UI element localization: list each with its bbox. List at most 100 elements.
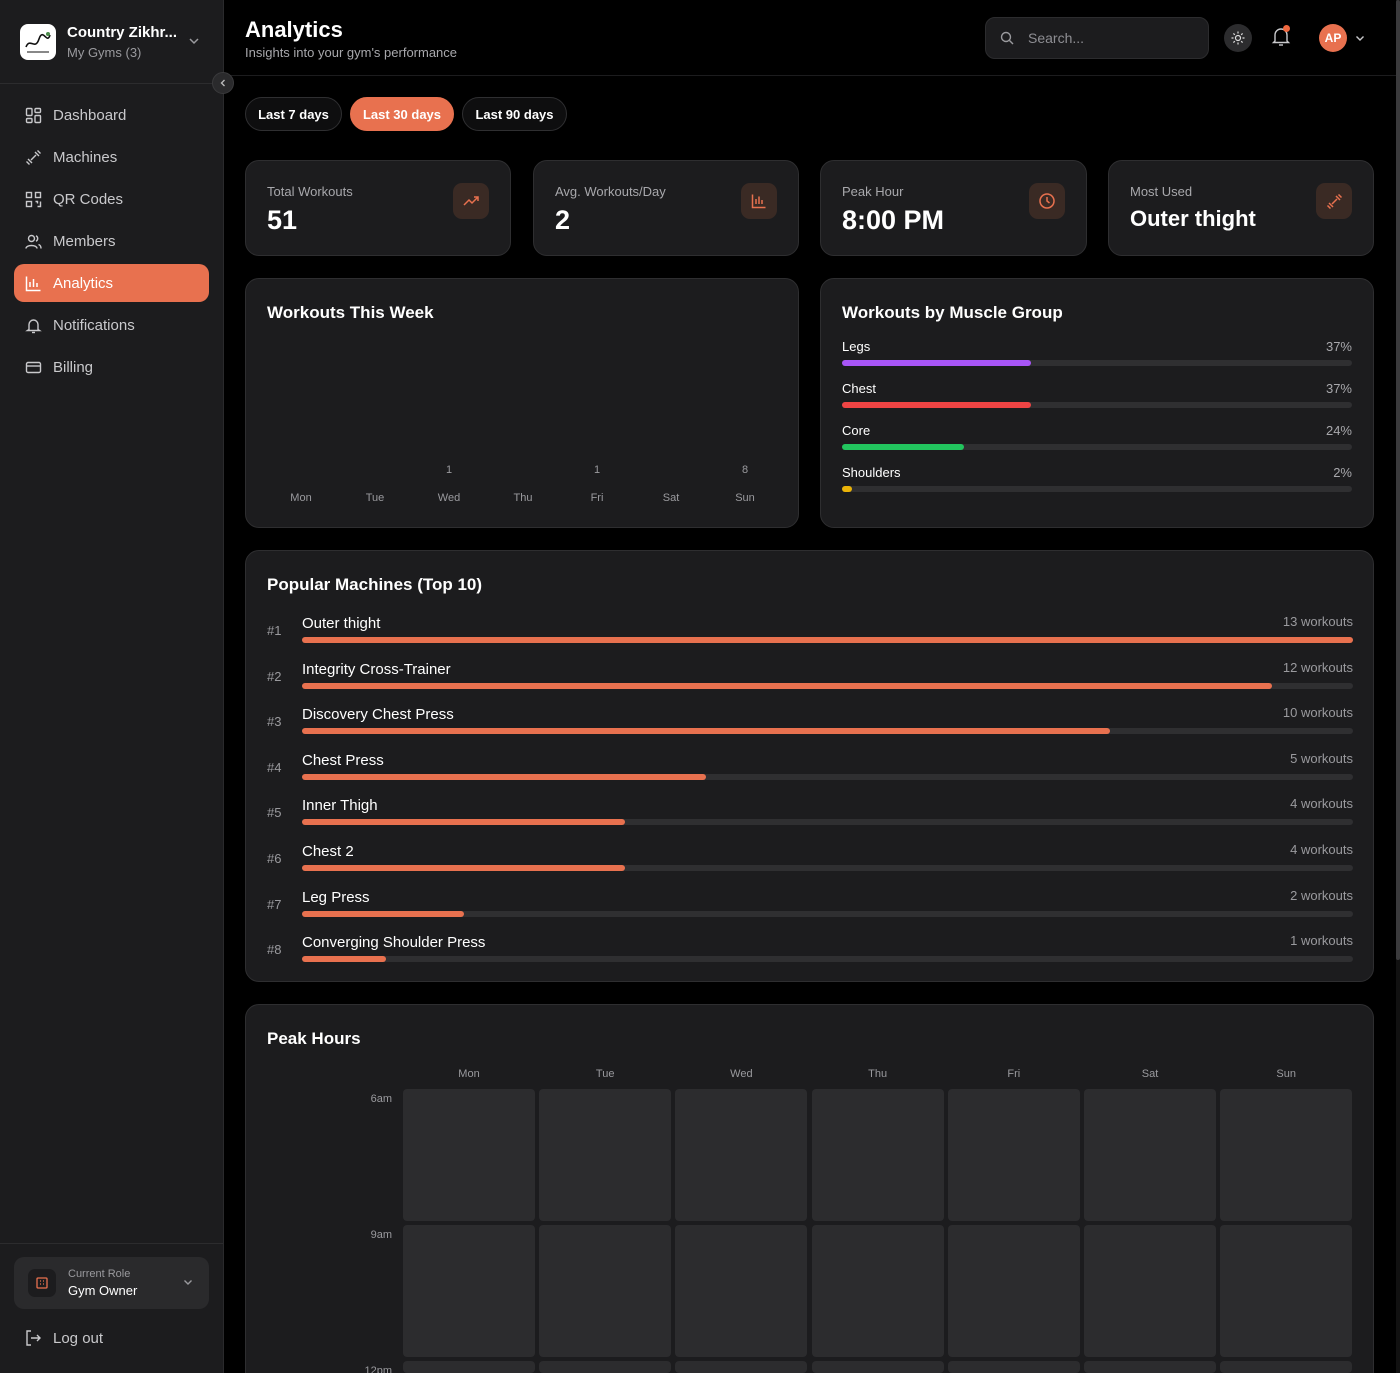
- sidebar-item-label: Analytics: [53, 274, 114, 292]
- sidebar-item-qr-codes[interactable]: QR Codes: [14, 180, 209, 218]
- search-input[interactable]: Search...: [985, 17, 1209, 59]
- heatmap-cell[interactable]: [539, 1089, 672, 1221]
- sidebar-item-billing[interactable]: Billing: [14, 348, 209, 386]
- trending-up-icon: [453, 183, 489, 219]
- progress-fill: [302, 819, 626, 826]
- members-icon: [24, 232, 42, 250]
- machine-count: 5 workouts: [1290, 750, 1353, 766]
- machine-count: 2 workouts: [1290, 887, 1353, 903]
- sidebar-nav: Dashboard Machines QR Codes Members Anal…: [14, 96, 209, 390]
- role-switcher[interactable]: Current Role Gym Owner: [14, 1257, 209, 1309]
- collapse-sidebar-button[interactable]: [212, 72, 234, 94]
- heatmap-cell[interactable]: [539, 1225, 672, 1357]
- progress-track: [302, 773, 1353, 780]
- heatmap-day-label: Thu: [868, 1068, 888, 1080]
- heatmap-cell[interactable]: [1084, 1089, 1216, 1221]
- heatmap-cell[interactable]: [675, 1225, 808, 1357]
- heatmap-cell[interactable]: [539, 1361, 672, 1373]
- bell-icon: [24, 316, 42, 334]
- machine-name: Converging Shoulder Press: [302, 934, 486, 952]
- progress-fill: [302, 956, 387, 963]
- muscle-group-percent: 37%: [1325, 381, 1352, 396]
- progress-fill: [302, 865, 626, 871]
- machine-rank: #5: [267, 805, 282, 821]
- sidebar-item-notifications[interactable]: Notifications: [14, 306, 209, 344]
- gym-subtitle: My Gyms (3): [67, 44, 142, 60]
- sidebar: Country Zikhr... My Gyms (3) Dashboard M…: [0, 0, 234, 1373]
- heatmap-cell[interactable]: [811, 1361, 944, 1373]
- progress-fill: [302, 773, 707, 780]
- progress-track: [302, 637, 1353, 643]
- credit-card-icon: [24, 358, 42, 376]
- heatmap-cell[interactable]: [1084, 1225, 1216, 1357]
- logout-label: Log out: [53, 1329, 104, 1347]
- logout-button[interactable]: Log out: [24, 1329, 103, 1347]
- heatmap-cell[interactable]: [947, 1089, 1080, 1221]
- sidebar-item-members[interactable]: Members: [14, 222, 209, 260]
- heatmap-cell[interactable]: [811, 1225, 944, 1357]
- theme-toggle-button[interactable]: [1224, 24, 1252, 52]
- filter-last-30-days[interactable]: Last 30 days: [350, 97, 454, 131]
- heatmap-cell[interactable]: [1084, 1361, 1216, 1373]
- heatmap-cell[interactable]: [403, 1089, 535, 1221]
- page-scrollbar[interactable]: [1396, 0, 1400, 1373]
- tick-label: Sat: [662, 492, 680, 504]
- scrollbar-thumb[interactable]: [1396, 0, 1400, 960]
- machine-rank: #7: [267, 896, 282, 912]
- filter-last-90-days[interactable]: Last 90 days: [462, 97, 567, 131]
- machine-count: 4 workouts: [1290, 842, 1353, 857]
- gym-switcher[interactable]: Country Zikhr... My Gyms (3): [0, 0, 223, 84]
- sidebar-item-dashboard[interactable]: Dashboard: [14, 96, 209, 134]
- progress-track: [842, 402, 1352, 408]
- progress-fill: [302, 910, 464, 917]
- bar-column: Mon: [264, 464, 338, 504]
- tick-label: Fri: [590, 492, 604, 504]
- muscle-group-percent: 2%: [1333, 465, 1352, 480]
- heatmap-cell[interactable]: [403, 1225, 535, 1357]
- role-label: Current Role: [68, 1268, 131, 1280]
- heatmap-cell[interactable]: [675, 1361, 808, 1373]
- muscle-group-percent: 24%: [1325, 423, 1352, 438]
- chevron-down-icon[interactable]: [1353, 31, 1367, 50]
- bar-column: Thu: [486, 464, 560, 504]
- heatmap-hour-label: 9am: [370, 1229, 392, 1241]
- machine-name: Outer thight: [302, 615, 381, 632]
- progress-track: [842, 486, 1352, 492]
- heatmap-cell[interactable]: [947, 1225, 1080, 1357]
- card-title: Peak Hours: [267, 1029, 361, 1048]
- heatmap-cell[interactable]: [947, 1361, 1080, 1373]
- heatmap-cell[interactable]: [1220, 1225, 1353, 1357]
- sidebar-item-analytics[interactable]: Analytics: [14, 264, 209, 302]
- machine-row: #5 Inner Thigh 4 workouts: [267, 795, 1353, 835]
- sidebar-item-label: Notifications: [53, 316, 135, 334]
- heatmap-day-label: Wed: [730, 1068, 753, 1080]
- dashboard-icon: [24, 106, 42, 124]
- progress-track: [302, 956, 1353, 963]
- machine-count: 12 workouts: [1282, 659, 1353, 675]
- progress-fill: [842, 360, 1031, 366]
- filter-last-7-days[interactable]: Last 7 days: [245, 97, 342, 131]
- heatmap-cell[interactable]: [1220, 1361, 1353, 1373]
- machine-row: #6 Chest 2 4 workouts: [267, 841, 1353, 881]
- progress-track: [842, 444, 1352, 450]
- machine-rank: #4: [267, 759, 282, 775]
- progress-track: [842, 360, 1352, 366]
- heatmap-cell[interactable]: [675, 1089, 808, 1221]
- heatmap-cell[interactable]: [1220, 1089, 1353, 1221]
- sidebar-item-machines[interactable]: Machines: [14, 138, 209, 176]
- chevron-down-icon: [186, 33, 202, 49]
- stat-value: Outer thight: [1130, 206, 1256, 231]
- muscle-group-card: Workouts by Muscle Group Legs 37% Chest 37%…: [820, 278, 1374, 528]
- heatmap-day-label: Mon: [458, 1068, 480, 1080]
- notifications-button[interactable]: [1271, 25, 1291, 53]
- bar-column: 1 Fri: [560, 464, 634, 504]
- muscle-group-row: Shoulders 2%: [842, 465, 1352, 492]
- avatar[interactable]: AP: [1319, 24, 1347, 52]
- role-value: Gym Owner: [68, 1283, 138, 1298]
- heatmap-day-label: Fri: [1007, 1068, 1021, 1080]
- heatmap-cell[interactable]: [811, 1089, 944, 1221]
- heatmap-cell[interactable]: [403, 1361, 535, 1373]
- progress-fill: [302, 637, 1353, 643]
- data-label: 1: [445, 464, 453, 476]
- bar-chart-icon: [24, 274, 42, 292]
